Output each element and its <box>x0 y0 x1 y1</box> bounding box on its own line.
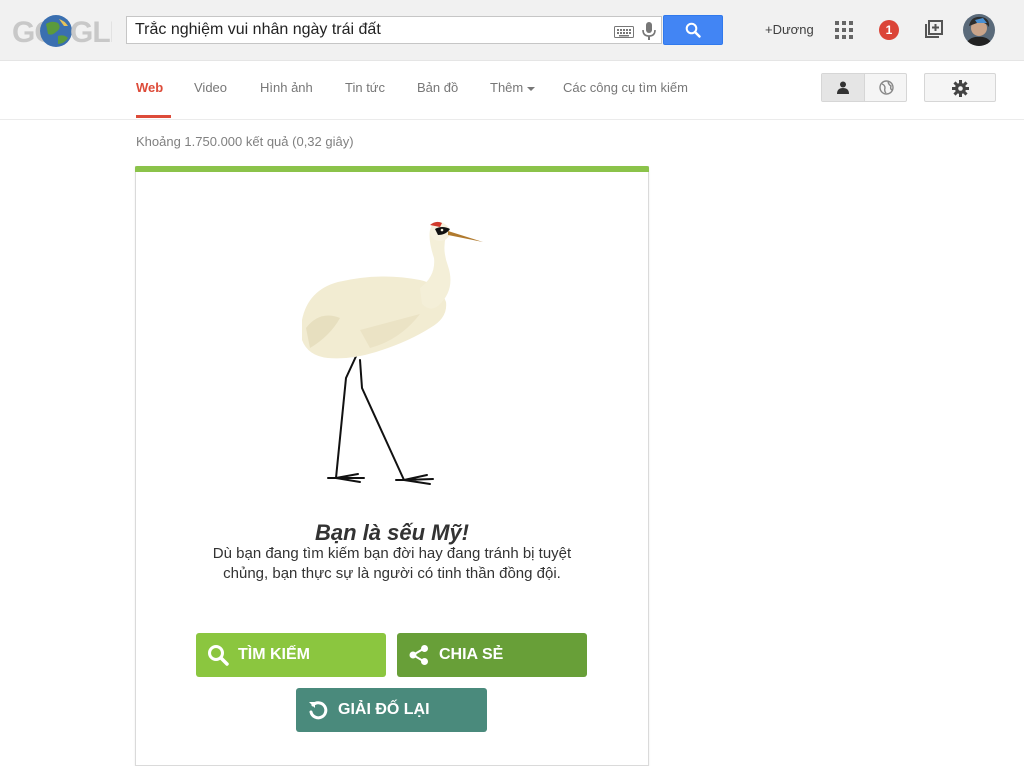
personal-results-button[interactable] <box>822 74 865 101</box>
retry-quiz-button[interactable]: GIẢI ĐỐ LẠI <box>296 688 487 732</box>
retry-button-label: GIẢI ĐỐ LẠI <box>338 701 430 718</box>
search-button-label: TÌM KIẾM <box>238 646 310 663</box>
active-tab-indicator <box>136 115 171 118</box>
google-logo[interactable]: GO GLE <box>12 14 130 49</box>
share-button-label: CHIA SẺ <box>439 646 504 663</box>
gear-icon <box>952 80 969 97</box>
search-icon <box>685 22 701 38</box>
user-profile-link[interactable]: +Dương <box>765 22 814 37</box>
svg-text:GLE: GLE <box>70 16 112 48</box>
tab-web[interactable]: Web <box>136 80 163 95</box>
apps-grid-icon[interactable] <box>835 21 853 44</box>
tab-more-label: Thêm <box>490 80 524 95</box>
tab-search-tools[interactable]: Các công cụ tìm kiếm <box>563 80 688 95</box>
search-button[interactable] <box>663 15 723 45</box>
tab-news[interactable]: Tin tức <box>345 80 385 95</box>
chevron-down-icon <box>527 86 536 91</box>
card-top-accent <box>135 166 649 172</box>
search-input[interactable] <box>135 17 605 43</box>
top-bar: GO GLE <box>0 0 1024 61</box>
keyboard-icon[interactable] <box>614 25 634 43</box>
settings-button[interactable] <box>924 73 996 102</box>
result-title: Bạn là sếu Mỹ! <box>314 520 470 545</box>
result-stats: Khoảng 1.750.000 kết quả (0,32 giây) <box>136 134 354 149</box>
globe-icon <box>879 80 894 95</box>
retry-icon <box>309 701 328 720</box>
results-toggle <box>821 73 907 102</box>
search-nav-bar: Web Video Hình ảnh Tin tức Bản đồ Thêm C… <box>0 61 1024 120</box>
tab-video[interactable]: Video <box>194 80 227 95</box>
plus-box-icon[interactable] <box>924 19 944 44</box>
share-button[interactable]: CHIA SẺ <box>397 633 587 677</box>
search-result-button[interactable]: TÌM KIẾM <box>196 633 386 677</box>
crane-illustration <box>280 210 500 500</box>
search-box[interactable] <box>126 16 662 44</box>
microphone-icon[interactable] <box>642 22 656 45</box>
person-icon <box>837 81 849 94</box>
result-description: Dù bạn đang tìm kiếm bạn đời hay đang tr… <box>212 545 572 582</box>
avatar[interactable] <box>963 14 995 46</box>
tab-images[interactable]: Hình ảnh <box>260 80 313 95</box>
search-icon <box>208 645 229 666</box>
tab-more[interactable]: Thêm <box>490 80 536 95</box>
tab-maps[interactable]: Bản đồ <box>417 80 458 95</box>
share-icon <box>409 645 428 665</box>
notification-badge[interactable]: 1 <box>879 20 899 40</box>
